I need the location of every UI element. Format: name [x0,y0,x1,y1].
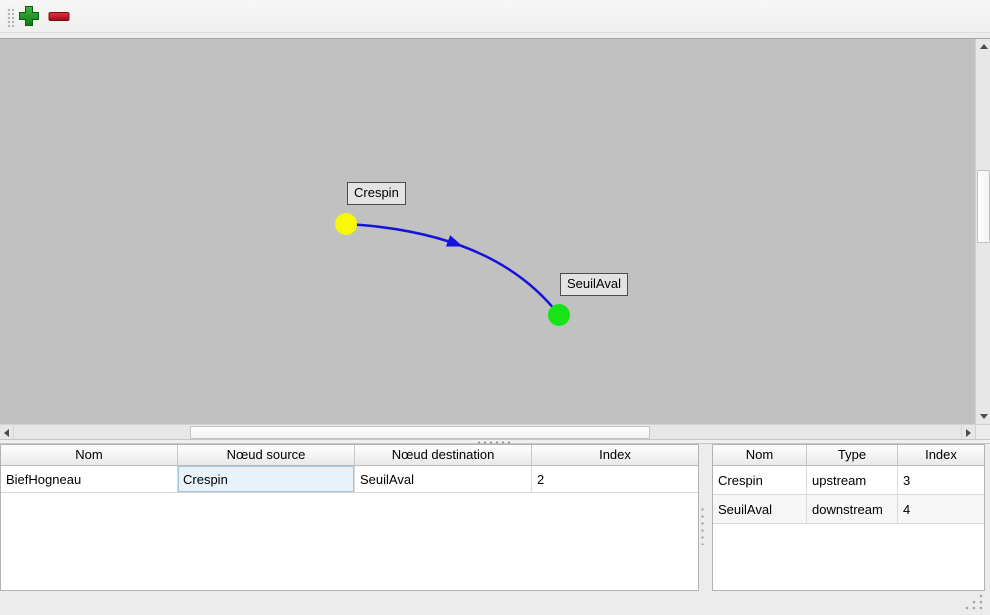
triangle-left-icon [4,429,9,437]
reaches-table-header: Nom Nœud source Nœud destination Index [1,445,698,466]
scroll-right-button[interactable] [961,425,975,440]
cell-index[interactable]: 3 [898,466,984,494]
plus-icon [18,5,40,30]
table-row[interactable]: BiefHogneau Crespin SeuilAval 2 [1,466,698,493]
cell-nom[interactable]: Crespin [713,466,807,494]
arrowhead-icon [446,235,465,252]
application-window: Crespin SeuilAval Nom Nœud source Nœud d… [0,0,990,615]
cell-nom[interactable]: SeuilAval [713,495,807,523]
column-header-index[interactable]: Index [532,445,698,465]
triangle-right-icon [966,429,971,437]
horizontal-scrollbar-thumb[interactable] [190,426,650,439]
toolbar-drag-handle-icon[interactable] [6,7,15,28]
column-header-destination[interactable]: Nœud destination [355,445,532,465]
triangle-up-icon [980,44,988,49]
remove-button[interactable] [46,5,72,29]
toolbar [0,0,990,33]
vertical-scrollbar[interactable] [975,39,990,424]
node-label-crespin[interactable]: Crespin [347,182,406,205]
column-header-index[interactable]: Index [898,445,984,465]
cell-index[interactable]: 2 [532,466,698,492]
graph-canvas[interactable]: Crespin SeuilAval [0,39,975,424]
horizontal-scrollbar[interactable] [0,424,975,439]
scroll-left-button[interactable] [0,425,14,440]
resize-grip-icon[interactable] [963,593,985,612]
node-seuilaval[interactable] [548,304,570,326]
add-button[interactable] [16,5,42,29]
node-label-seuilaval[interactable]: SeuilAval [560,273,628,296]
nodes-table-header: Nom Type Index [713,445,984,466]
cell-type[interactable]: downstream [807,495,898,523]
column-header-nom[interactable]: Nom [713,445,807,465]
triangle-down-icon [980,414,988,419]
table-row[interactable]: SeuilAval downstream 4 [713,495,984,524]
column-header-source[interactable]: Nœud source [178,445,355,465]
scroll-up-button[interactable] [976,39,990,54]
cell-nom[interactable]: BiefHogneau [1,466,178,492]
node-crespin[interactable] [335,213,357,235]
cell-type[interactable]: upstream [807,466,898,494]
cell-destination[interactable]: SeuilAval [355,466,532,492]
minus-icon [47,5,71,30]
table-row[interactable]: Crespin upstream 3 [713,466,984,495]
cell-index[interactable]: 4 [898,495,984,523]
column-header-type[interactable]: Type [807,445,898,465]
reaches-table: Nom Nœud source Nœud destination Index B… [0,444,699,591]
vertical-scrollbar-thumb[interactable] [977,170,990,243]
vertical-splitter[interactable] [699,444,712,591]
scroll-down-button[interactable] [976,409,990,424]
scrollbar-corner [975,424,990,439]
nodes-table: Nom Type Index Crespin upstream 3 SeuilA… [712,444,985,591]
column-header-nom[interactable]: Nom [1,445,178,465]
cell-source-selected[interactable]: Crespin [178,466,355,492]
splitter-handle-icon [701,505,704,545]
